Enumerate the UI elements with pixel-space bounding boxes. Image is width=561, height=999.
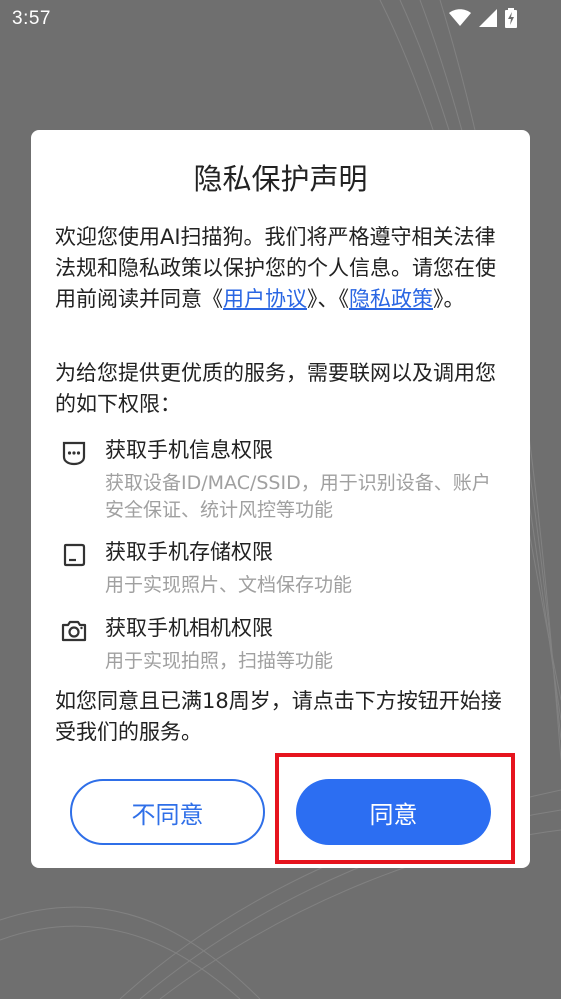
permission-desc: 用于实现拍照，扫描等功能 bbox=[105, 650, 334, 672]
phone-info-icon bbox=[62, 441, 86, 466]
permission-desc: 获取设备ID/MAC/SSID，用于识别设备、账户安全保证、统计风控等功能 bbox=[105, 472, 491, 521]
intro-paragraph: 欢迎您使用AI扫描狗。我们将严格遵守相关法律法规和隐私政策以保护您的个人信息。请… bbox=[55, 222, 510, 315]
signal-icon bbox=[479, 9, 497, 27]
privacy-dialog: 隐私保护声明 欢迎您使用AI扫描狗。我们将严格遵守相关法律法规和隐私政策以保护您… bbox=[31, 130, 530, 868]
intro-suffix: 》。 bbox=[433, 287, 465, 311]
permission-title: 获取手机信息权限 bbox=[105, 438, 273, 462]
user-agreement-link[interactable]: 用户协议 bbox=[223, 287, 307, 311]
status-time: 3:57 bbox=[12, 8, 51, 29]
permission-title: 获取手机相机权限 bbox=[105, 616, 273, 640]
battery-charging-icon bbox=[505, 8, 517, 28]
status-icons bbox=[449, 8, 517, 28]
permission-intro: 为给您提供更优质的服务，需要联网以及调用您的如下权限： bbox=[55, 361, 496, 416]
disagree-button[interactable]: 不同意 bbox=[70, 779, 265, 845]
status-bar: 3:57 bbox=[0, 0, 561, 40]
consent-text: 如您同意且已满18周岁，请点击下方按钮开始接受我们的服务。 bbox=[55, 689, 502, 744]
storage-icon bbox=[63, 543, 86, 567]
agree-button[interactable]: 同意 bbox=[296, 779, 491, 845]
privacy-policy-link[interactable]: 隐私政策 bbox=[349, 287, 433, 311]
permission-desc: 用于实现照片、文档保存功能 bbox=[105, 574, 353, 596]
permission-title: 获取手机存储权限 bbox=[105, 540, 273, 564]
wifi-icon bbox=[449, 9, 471, 27]
intro-mid: 》、《 bbox=[307, 287, 349, 311]
dialog-title: 隐私保护声明 bbox=[193, 162, 368, 196]
camera-icon bbox=[61, 620, 87, 642]
